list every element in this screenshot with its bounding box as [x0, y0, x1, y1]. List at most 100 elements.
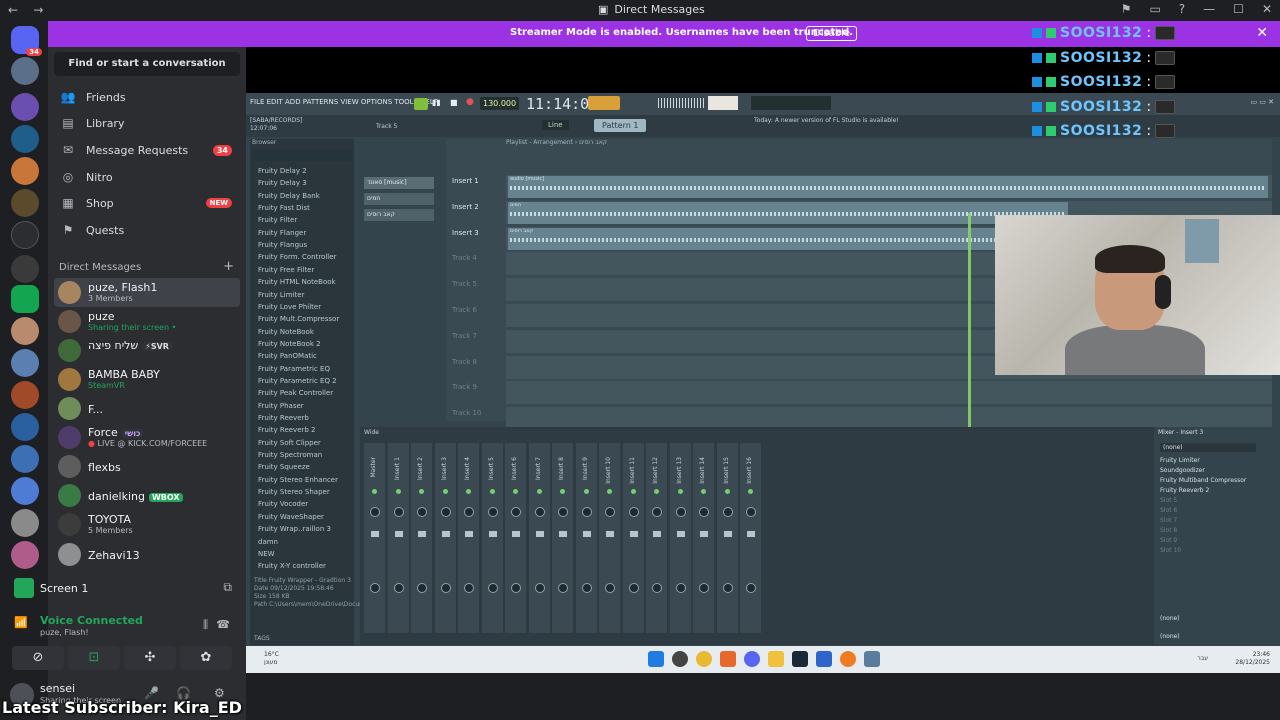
effect-slot[interactable]: Slot 6	[1160, 507, 1256, 514]
send-knob[interactable]	[605, 583, 615, 593]
browser-tags[interactable]: TAGS	[254, 635, 270, 642]
pan-knob[interactable]	[722, 507, 733, 517]
pan-knob[interactable]	[675, 507, 686, 517]
nav-quests[interactable]: ⚑ Quests	[56, 218, 240, 242]
browser-item[interactable]: Fruity Delay 2	[258, 167, 307, 175]
send-knob[interactable]	[487, 583, 498, 593]
track-header[interactable]: Insert 2	[448, 201, 502, 225]
track-header[interactable]: Insert 3	[448, 227, 502, 251]
browser-item[interactable]: Fruity Squeeze	[258, 463, 310, 471]
browser-item[interactable]: Fruity Spectroman	[258, 451, 322, 459]
mixer-strip[interactable]: Master	[364, 443, 386, 633]
create-dm-button[interactable]: +	[223, 259, 234, 274]
browser-item[interactable]: Fruity Wrap..raillon 3	[258, 525, 331, 533]
volume-fader[interactable]	[653, 531, 661, 537]
dm-item[interactable]: flexbs	[54, 452, 240, 481]
browser-item[interactable]: Fruity Filter	[258, 216, 297, 224]
send-knob[interactable]	[581, 583, 592, 593]
browser-item[interactable]: Fruity Free Filter	[258, 266, 314, 274]
mixer-strip[interactable]: Insert 4	[458, 443, 480, 633]
track-header[interactable]: Track 5	[448, 278, 502, 302]
volume-fader[interactable]	[441, 531, 450, 537]
browser-item[interactable]: Fruity Reeverb	[258, 414, 309, 422]
steam-icon[interactable]	[792, 651, 808, 667]
browser-item[interactable]: Fruity Phaser	[258, 402, 304, 410]
tempo-display[interactable]: 130.000	[480, 97, 520, 110]
server-icon[interactable]	[11, 285, 39, 313]
dm-item[interactable]: Force כושי ● LIVE @ KICK.COM/FORCEEE	[54, 423, 240, 452]
close-icon[interactable]: ✕	[1256, 25, 1268, 41]
server-icon[interactable]	[11, 125, 39, 153]
back-button[interactable]: ←	[8, 3, 18, 17]
mixer-strip[interactable]: Insert 9	[575, 443, 598, 633]
dm-item[interactable]: danielking WBOX	[54, 481, 240, 510]
send-knob[interactable]	[393, 583, 404, 593]
pan-knob[interactable]	[699, 507, 709, 517]
channel[interactable]: חמים	[364, 193, 434, 205]
send-knob[interactable]	[558, 583, 568, 593]
send-knob[interactable]	[628, 583, 639, 593]
mixer-strip[interactable]: Insert 1	[387, 443, 410, 633]
fl-studio-icon[interactable]	[840, 651, 856, 667]
send-knob[interactable]	[652, 583, 662, 593]
mixer-strip[interactable]: Insert 12	[646, 443, 668, 633]
browser-item[interactable]: Fruity Flanger	[258, 229, 306, 237]
effect-slot[interactable]: Slot 7	[1160, 517, 1256, 524]
volume-fader[interactable]	[606, 531, 614, 537]
channel[interactable]: סאונד [music]	[364, 177, 434, 189]
browser-item[interactable]: Fruity NoteBook	[258, 328, 314, 336]
browser-item[interactable]: Fruity Limiter	[258, 291, 304, 299]
stop-icon[interactable]: ■	[450, 98, 458, 107]
effect-slot[interactable]: Soundgoodizer	[1160, 467, 1256, 474]
mixer-strip[interactable]: Insert 7	[528, 443, 551, 633]
send-knob[interactable]	[746, 583, 756, 593]
server-icon[interactable]	[11, 157, 39, 185]
app-icon[interactable]	[816, 651, 832, 667]
server-icon[interactable]	[11, 255, 39, 283]
pan-knob[interactable]	[605, 507, 615, 517]
browser-item[interactable]: Fruity X-Y controller	[258, 562, 326, 570]
volume-fader[interactable]	[723, 531, 732, 537]
pan-knob[interactable]	[511, 507, 521, 517]
audio-clip[interactable]: קאב רוסים	[508, 227, 1068, 250]
output-send[interactable]: (none)	[1160, 615, 1256, 622]
browser-item[interactable]: Fruity Stereo Shaper	[258, 488, 330, 496]
browser-item[interactable]: Fruity Parametric EQ 2	[258, 377, 337, 385]
popout-icon[interactable]: ⧉	[223, 580, 232, 595]
dm-item[interactable]: BAMBA BABY SteamVR	[54, 365, 240, 394]
mute-led[interactable]	[442, 489, 448, 494]
fl-window-controls[interactable]: ▭ ▭ ✕	[1250, 98, 1274, 106]
browser-item[interactable]: NEW	[258, 550, 275, 558]
audio-clip[interactable]: חמים	[508, 201, 1068, 224]
browser-item[interactable]: Fruity Soft Clipper	[258, 439, 321, 447]
browser-item[interactable]: Fruity Reeverb 2	[258, 426, 316, 434]
server-icon[interactable]	[11, 541, 39, 569]
dm-item[interactable]: TOYOTA 5 Members	[54, 510, 240, 539]
news-panel[interactable]: Today: A newer version of FL Studio is a…	[754, 117, 899, 124]
volume-fader[interactable]	[535, 531, 544, 537]
chrome-icon[interactable]	[696, 651, 712, 667]
server-icon[interactable]	[11, 221, 39, 249]
browser-item[interactable]: Fruity Form. Controller	[258, 253, 336, 261]
browser-item[interactable]: Fruity WaveShaper	[258, 513, 324, 521]
clock[interactable]: 23:46 28/12/2025	[1235, 651, 1270, 667]
browser-item[interactable]: Fruity Parametric EQ	[258, 365, 330, 373]
pan-knob[interactable]	[370, 507, 380, 517]
search-input[interactable]: Find or start a conversation	[54, 52, 240, 76]
track-header[interactable]: Track 8	[448, 356, 502, 380]
mute-led[interactable]	[466, 489, 471, 494]
mute-led[interactable]	[395, 489, 401, 494]
server-icon[interactable]	[11, 93, 39, 121]
server-icon[interactable]	[11, 189, 39, 217]
effect-slot[interactable]: Slot 9	[1160, 537, 1256, 544]
nav-nitro[interactable]: ◎ Nitro	[56, 165, 240, 189]
effect-slot[interactable]: Slot 8	[1160, 527, 1256, 534]
maximize-button[interactable]: ☐	[1233, 2, 1244, 16]
dm-item[interactable]: Zehavi13	[54, 540, 240, 569]
send-knob[interactable]	[675, 583, 686, 593]
mute-led[interactable]	[536, 489, 542, 494]
mixer-mode[interactable]: Wide	[364, 429, 379, 436]
weather-widget[interactable]: 16°C מעונן	[264, 651, 279, 667]
close-button[interactable]: ✕	[1262, 2, 1272, 16]
send-knob[interactable]	[534, 583, 545, 593]
